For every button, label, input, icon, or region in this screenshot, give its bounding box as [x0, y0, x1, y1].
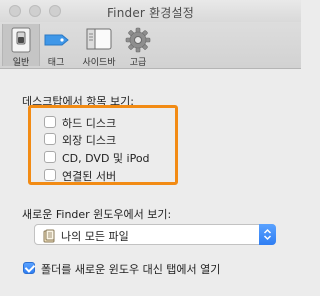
window-title: Finder 환경설정	[106, 6, 195, 20]
tab-general-label: 일반	[12, 58, 30, 68]
connected-servers-label: 연결된 서버	[62, 170, 117, 183]
title-bar: Finder 환경설정	[0, 0, 301, 22]
tab-sidebar[interactable]: 사이드바	[74, 24, 124, 68]
sidebar-icon	[86, 27, 112, 54]
tag-icon	[43, 27, 69, 56]
document-icon	[43, 228, 56, 247]
open-folders-in-tabs-checkbox[interactable]	[23, 262, 35, 274]
hard-disks-label: 하드 디스크	[62, 117, 117, 130]
tab-sidebar-label: 사이드바	[82, 58, 116, 68]
gear-icon	[125, 27, 151, 56]
tab-tags-label: 태그	[47, 58, 65, 68]
external-disks-checkbox[interactable]	[44, 133, 56, 145]
tab-tags[interactable]: 태그	[40, 24, 72, 68]
new-window-popup[interactable]: 나의 모든 파일	[34, 224, 276, 245]
connected-servers-checkbox[interactable]	[44, 169, 56, 181]
preferences-toolbar: 일반 태그 사이드바 고급	[0, 22, 301, 69]
popup-selected-value: 나의 모든 파일	[61, 230, 129, 243]
chevron-up-down-icon	[263, 228, 272, 241]
new-window-heading: 새로운 Finder 윈도우에서 보기:	[22, 208, 172, 221]
cds-dvds-ipods-checkbox[interactable]	[44, 151, 56, 163]
cds-dvds-ipods-label: CD, DVD 및 iPod	[62, 152, 150, 165]
open-folders-in-tabs-label: 폴더를 새로운 윈도우 대신 탭에서 열기	[41, 263, 221, 276]
hard-disks-checkbox[interactable]	[44, 116, 56, 128]
tab-advanced-label: 고급	[129, 58, 147, 68]
switch-icon	[10, 27, 32, 56]
external-disks-label: 외장 디스크	[62, 134, 117, 147]
tab-advanced[interactable]: 고급	[124, 24, 152, 68]
popup-stepper[interactable]	[259, 224, 276, 245]
tab-general[interactable]: 일반	[2, 24, 40, 68]
